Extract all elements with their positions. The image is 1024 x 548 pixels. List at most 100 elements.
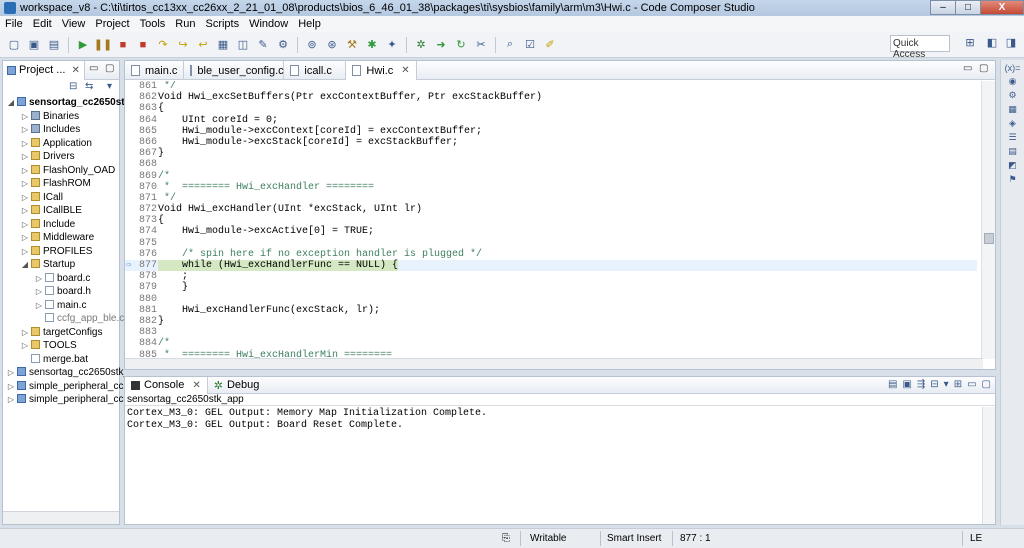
maximize-editor-icon[interactable]: ▢	[979, 63, 988, 74]
step-over-icon[interactable]: ↪	[175, 37, 191, 53]
collapsed-arrow-icon[interactable]: ▷	[21, 137, 29, 151]
menu-help[interactable]: Help	[293, 18, 326, 30]
scroll-lock-icon[interactable]: ▣	[902, 379, 911, 390]
menu-edit[interactable]: Edit	[28, 18, 57, 30]
open-perspective-icon[interactable]: ⊞	[962, 36, 978, 52]
registers-icon[interactable]: ▦	[1001, 104, 1024, 115]
resume-icon[interactable]: ▶	[75, 37, 91, 53]
tree-item-folder[interactable]: ▷ Binaries	[3, 110, 119, 124]
tree-item-folder[interactable]: ▷ FlashOnly_OAD	[3, 164, 119, 178]
close-icon[interactable]: ✕	[71, 65, 79, 76]
tab-hwi-c[interactable]: Hwi.c ✕	[346, 61, 417, 80]
clear-console-icon[interactable]: ▤	[888, 379, 897, 390]
disassembly-icon[interactable]: ◩	[1001, 160, 1024, 171]
wand-icon[interactable]: ✎	[255, 37, 271, 53]
tab-console[interactable]: Console ✕	[125, 376, 208, 394]
collapsed-arrow-icon[interactable]: ▷	[21, 339, 29, 353]
horizontal-scrollbar[interactable]	[125, 358, 983, 369]
profile-icon[interactable]: ↻	[453, 37, 469, 53]
collapsed-arrow-icon[interactable]: ▷	[35, 272, 43, 286]
code-line[interactable]: 866 Hwi_module->excStack[coreId] = excSt…	[125, 137, 977, 148]
outline-icon[interactable]: ☰	[1001, 132, 1024, 143]
tree-item-file[interactable]: ▷ board.c	[3, 272, 119, 286]
code-line[interactable]: 870 * ======== Hwi_excHandler ========	[125, 182, 977, 193]
code-line[interactable]: 874 Hwi_module->excActive[0] = TRUE;	[125, 226, 977, 237]
menu-view[interactable]: View	[57, 18, 91, 30]
code-line[interactable]: 881 Hwi_excHandlerFunc(excStack, lr);	[125, 305, 977, 316]
external-tools-icon[interactable]: ✦	[384, 37, 400, 53]
bug-icon[interactable]: ✲	[413, 37, 429, 53]
memory-icon[interactable]: ▤	[1001, 146, 1024, 157]
build-icon[interactable]: ⚒	[344, 37, 360, 53]
console-output[interactable]: Cortex_M3_0: GEL Output: Memory Map Init…	[125, 406, 995, 433]
close-button[interactable]: X	[980, 0, 1024, 15]
code-line[interactable]: 861 */	[125, 81, 977, 92]
menu-scripts[interactable]: Scripts	[200, 18, 244, 30]
code-line[interactable]: 863{	[125, 103, 977, 114]
code-line[interactable]: 867}	[125, 148, 977, 159]
tab-ble-user-config-c[interactable]: ble_user_config.c	[184, 61, 285, 80]
collapsed-arrow-icon[interactable]: ▷	[7, 393, 15, 407]
tree-item-folder[interactable]: ▷ targetConfigs	[3, 326, 119, 340]
code-line[interactable]: 868	[125, 159, 977, 170]
collapsed-arrow-icon[interactable]: ▷	[21, 326, 29, 340]
tree-item-file[interactable]: ccfg_app_ble.c	[3, 312, 124, 326]
collapsed-arrow-icon[interactable]: ▷	[21, 218, 29, 232]
save-icon[interactable]: ▣	[26, 37, 42, 53]
tree-item-folder[interactable]: ▷ ICallBLE	[3, 204, 119, 218]
collapsed-arrow-icon[interactable]: ▷	[7, 380, 15, 394]
code-line[interactable]: 875	[125, 238, 977, 249]
collapsed-arrow-icon[interactable]: ▷	[21, 245, 29, 259]
vertical-scrollbar[interactable]	[982, 407, 995, 524]
tab-icall-c[interactable]: icall.c	[284, 61, 347, 80]
minimize-editor-icon[interactable]: ▭	[963, 63, 972, 74]
code-line[interactable]: 864 UInt coreId = 0;	[125, 115, 977, 126]
collapsed-arrow-icon[interactable]: ▷	[21, 150, 29, 164]
breakpoints-icon[interactable]: ◉	[1001, 76, 1024, 87]
tree-item-project[interactable]: ▷ sensortag_cc2650stk_	[3, 366, 129, 380]
maximize-button[interactable]: □	[955, 0, 981, 15]
tree-item-file[interactable]: ▷ main.c	[3, 299, 119, 313]
variables-icon[interactable]: (x)=	[1001, 63, 1024, 73]
tree-item-project[interactable]: ▷ simple_peripheral_cc2	[3, 393, 129, 407]
code-line[interactable]: 884/*	[125, 338, 977, 349]
pin-icon[interactable]: ⊚	[304, 37, 320, 53]
quick-access-input[interactable]: Quick Access	[890, 35, 950, 60]
code-line[interactable]: 876 /* spin here if no exception handler…	[125, 249, 977, 260]
display-console-icon[interactable]: ▾	[944, 379, 949, 390]
highlight-icon[interactable]: ✐	[542, 37, 558, 53]
step-return-icon[interactable]: ↩	[195, 37, 211, 53]
word-wrap-icon[interactable]: ⇶	[917, 379, 925, 390]
maximize-view-icon[interactable]: ▢	[982, 379, 991, 390]
link-editor-icon[interactable]: ⇆	[85, 81, 93, 92]
code-line[interactable]: 869/*	[125, 171, 977, 182]
horizontal-scrollbar[interactable]	[3, 511, 119, 524]
scrollbar-thumb[interactable]	[984, 233, 994, 244]
disconnect-icon[interactable]: ■	[135, 37, 151, 53]
code-line[interactable]: 873{	[125, 215, 977, 226]
run-icon[interactable]: ➜	[433, 37, 449, 53]
collapsed-arrow-icon[interactable]: ▷	[21, 177, 29, 191]
close-icon[interactable]: ✕	[192, 380, 200, 391]
code-line[interactable]: 880	[125, 294, 977, 305]
tree-item-file[interactable]: ▷ board.h	[3, 285, 119, 299]
ccs-edit-perspective-icon[interactable]: ◧	[984, 36, 1000, 52]
menu-project[interactable]: Project	[90, 18, 134, 30]
tree-item-folder[interactable]: ▷ Drivers	[3, 150, 119, 164]
terminate-icon[interactable]: ■	[115, 37, 131, 53]
open-console-icon[interactable]: ⊞	[954, 379, 962, 390]
tools-icon[interactable]: ✂	[473, 37, 489, 53]
search-icon[interactable]: ⌕	[502, 37, 518, 53]
code-line[interactable]: 883	[125, 327, 977, 338]
code-line[interactable]: 871 */	[125, 193, 977, 204]
tree-item-folder[interactable]: ▷ TOOLS	[3, 339, 119, 353]
code-text-area[interactable]: 861 */862Void Hwi_excSetBuffers(Ptr excC…	[125, 81, 977, 359]
problems-icon[interactable]: ⚑	[1001, 174, 1024, 185]
save-all-icon[interactable]: ▤	[46, 37, 62, 53]
tab-debug[interactable]: ✲ Debug	[208, 377, 266, 394]
flash-icon[interactable]: ⊛	[324, 37, 340, 53]
debug-dropdown-icon[interactable]: ⚙	[275, 37, 291, 53]
new-file-icon[interactable]: ▢	[6, 37, 22, 53]
suspend-icon[interactable]: ❚❚	[94, 37, 112, 53]
minimize-button[interactable]: –	[930, 0, 956, 15]
